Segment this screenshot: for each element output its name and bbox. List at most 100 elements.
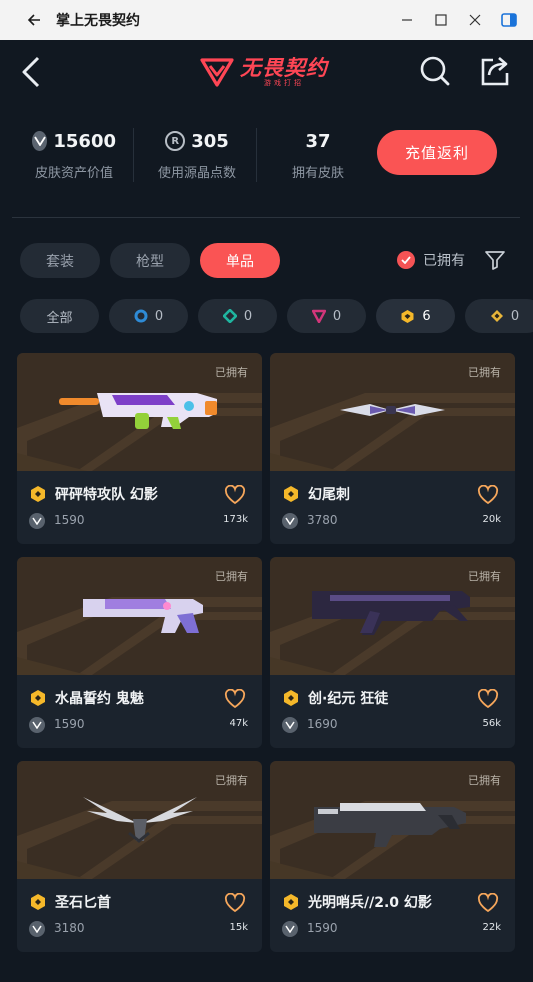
chip-all[interactable]: 全部 (20, 299, 99, 333)
like-count: 47k (229, 718, 248, 729)
skin-name: 水晶誓约 鬼魅 (55, 691, 144, 707)
skin-image: 已拥有 (270, 761, 515, 879)
valorant-points-icon (32, 131, 48, 151)
chip-deluxe-tier[interactable]: 0 (198, 299, 277, 333)
skin-image: 已拥有 (17, 761, 262, 879)
heart-icon[interactable] (477, 485, 499, 505)
tier-filter-bar: 全部 0 0 0 6 0 (20, 299, 533, 333)
chip-count: 0 (510, 308, 520, 324)
asset-value: 15600 (53, 130, 116, 152)
like-count: 173k (223, 514, 248, 525)
recharge-button[interactable]: 充值返利 (377, 130, 497, 175)
divider (12, 217, 520, 218)
owned-tag: 已拥有 (215, 570, 248, 583)
category-tabs: 套装 枪型 单品 (20, 243, 280, 278)
divider (133, 128, 134, 182)
asset-value-label: 皮肤资产价值 (34, 166, 113, 181)
stat-asset-value: 15600 皮肤资产价值 (32, 126, 116, 181)
skin-name: 砰砰特攻队 幻影 (55, 487, 158, 503)
skin-card[interactable]: 已拥有 砰砰特攻队 幻影 1590 173k (17, 353, 262, 544)
heart-icon[interactable] (224, 893, 246, 913)
tab-weapon-type[interactable]: 枪型 (110, 243, 190, 278)
owned-tag: 已拥有 (468, 774, 501, 787)
skin-card[interactable]: 已拥有 圣石匕首 3180 15k (17, 761, 262, 952)
exclusive-tier-icon (284, 486, 298, 502)
skins-owned-label: 拥有皮肤 (291, 166, 344, 181)
points-used-label: 使用源晶点数 (157, 166, 236, 181)
skin-price: 3180 (54, 921, 85, 935)
chip-count: 0 (154, 308, 164, 324)
maximize-icon[interactable] (431, 10, 451, 30)
deluxe-tier-icon (222, 309, 237, 323)
window-back-icon[interactable] (22, 8, 46, 32)
exclusive-tier-icon (284, 690, 298, 706)
tab-sets[interactable]: 套装 (20, 243, 100, 278)
skin-name: 光明哨兵//2.0 幻影 (308, 895, 432, 911)
skin-image: 已拥有 (17, 353, 262, 471)
skin-name: 幻尾刺 (308, 487, 350, 503)
valorant-points-icon (29, 717, 45, 733)
stats-panel: 15600 皮肤资产价值 R 305 使用源晶点数 37 拥有皮肤 充值返利 (0, 118, 533, 198)
valorant-points-icon (282, 921, 298, 937)
chip-ultra-tier[interactable]: 0 (465, 299, 533, 333)
chip-exclusive-tier[interactable]: 6 (376, 299, 455, 333)
valorant-points-icon (282, 513, 298, 529)
skin-name: 圣石匕首 (55, 895, 111, 911)
back-chevron-icon[interactable] (18, 54, 48, 90)
heart-icon[interactable] (224, 689, 246, 709)
skin-price: 1590 (307, 921, 338, 935)
side-panel-icon[interactable] (499, 10, 519, 30)
ultra-tier-icon (490, 310, 503, 322)
heart-icon[interactable] (477, 689, 499, 709)
logo-text: 无畏契约 (240, 55, 328, 80)
stat-skins-owned: 37 拥有皮肤 (278, 126, 358, 182)
chip-select-tier[interactable]: 0 (109, 299, 188, 333)
valorant-points-icon (282, 717, 298, 733)
skin-card[interactable]: 已拥有 光明哨兵//2.0 幻影 1590 22k (270, 761, 515, 952)
search-icon[interactable] (418, 54, 452, 88)
divider (256, 128, 257, 182)
skin-name: 创·纪元 狂徒 (308, 691, 389, 707)
like-count: 20k (482, 514, 501, 525)
skin-price: 1690 (307, 717, 338, 731)
owned-tag: 已拥有 (215, 774, 248, 787)
filter-icon[interactable] (484, 249, 506, 271)
valorant-logo: 无畏契约 游戏打招 (200, 52, 328, 92)
stat-points-used: R 305 使用源晶点数 (155, 126, 239, 182)
chip-all-label: 全部 (46, 310, 73, 326)
exclusive-tier-icon (31, 894, 45, 910)
skin-card[interactable]: 已拥有 幻尾刺 3780 20k (270, 353, 515, 544)
chip-premium-tier[interactable]: 0 (287, 299, 366, 333)
select-tier-icon (134, 309, 148, 323)
owned-tag: 已拥有 (468, 366, 501, 379)
chip-count: 0 (243, 308, 253, 324)
exclusive-tier-icon (31, 690, 45, 706)
skin-image: 已拥有 (17, 557, 262, 675)
skin-card[interactable]: 已拥有 水晶誓约 鬼魅 1590 47k (17, 557, 262, 748)
valorant-logo-icon (200, 58, 234, 87)
window-titlebar: 掌上无畏契约 (0, 0, 533, 40)
heart-icon[interactable] (224, 485, 246, 505)
logo-subtext: 游戏打招 (264, 78, 304, 87)
radianite-icon: R (165, 131, 186, 151)
tab-single-items[interactable]: 单品 (200, 243, 280, 278)
close-icon[interactable] (465, 10, 485, 30)
owned-filter-toggle[interactable]: 已拥有 (397, 250, 465, 270)
chip-count: 6 (422, 308, 431, 324)
minimize-icon[interactable] (397, 10, 417, 30)
exclusive-tier-icon (401, 309, 414, 323)
skin-image: 已拥有 (270, 557, 515, 675)
app-header: 无畏契约 游戏打招 (0, 40, 533, 104)
like-count: 56k (482, 718, 501, 729)
skin-price: 1590 (54, 513, 85, 527)
like-count: 22k (482, 922, 501, 933)
skin-image: 已拥有 (270, 353, 515, 471)
heart-icon[interactable] (477, 893, 499, 913)
share-icon[interactable] (478, 54, 512, 88)
points-used-value: 305 (191, 130, 229, 152)
owned-tag: 已拥有 (468, 570, 501, 583)
exclusive-tier-icon (284, 894, 298, 910)
skin-price: 1590 (54, 717, 85, 731)
skin-card[interactable]: 已拥有 创·纪元 狂徒 1690 56k (270, 557, 515, 748)
valorant-points-icon (29, 921, 45, 937)
